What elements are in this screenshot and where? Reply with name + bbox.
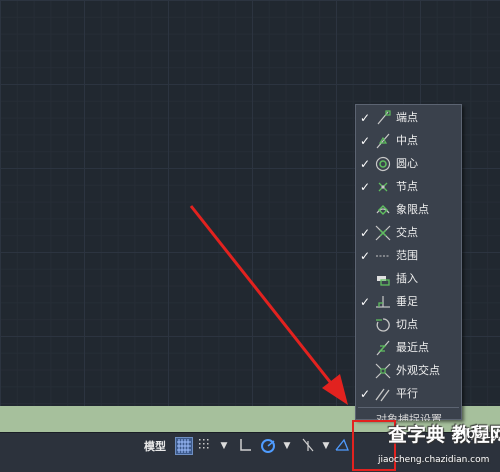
nearest-icon [376, 340, 390, 356]
isodraft-button[interactable] [300, 437, 318, 455]
menu-item-label: 中点 [396, 134, 418, 147]
menu-item-midpoint[interactable]: ✓ 中点 [356, 130, 461, 152]
menu-divider [358, 407, 459, 408]
menu-item-label: 象限点 [396, 203, 429, 216]
menu-item-tangent[interactable]: 切点 [356, 314, 461, 336]
polar-dropdown-icon[interactable]: ▼ [282, 438, 292, 454]
intersection-icon [375, 225, 391, 241]
menu-item-apparent-intersection[interactable]: 外观交点 [356, 360, 461, 382]
osnap-icon [335, 438, 349, 451]
menu-item-nearest[interactable]: 最近点 [356, 337, 461, 359]
menu-item-parallel[interactable]: ✓ 平行 [356, 383, 461, 405]
polar-button[interactable] [259, 437, 277, 455]
menu-item-label: 圆心 [396, 157, 418, 170]
menu-item-label: 垂足 [396, 295, 418, 308]
menu-item-intersection[interactable]: ✓ 交点 [356, 222, 461, 244]
menu-item-perpendicular[interactable]: ✓ 垂足 [356, 291, 461, 313]
menu-item-quadrant[interactable]: 象限点 [356, 199, 461, 221]
menu-item-label: 切点 [396, 318, 418, 331]
checkmark-icon: ✓ [360, 249, 371, 263]
tangent-icon [376, 318, 390, 332]
menu-item-extension[interactable]: ✓ 范围 [356, 245, 461, 267]
osnap-button[interactable] [334, 437, 352, 455]
isodraft-dropdown-icon[interactable]: ▼ [321, 438, 331, 454]
watermark-domain: jb51.net [463, 427, 500, 442]
snap-icon [199, 439, 209, 449]
polar-icon [261, 439, 275, 453]
insertion-icon [377, 276, 390, 286]
apparent-intersection-icon [375, 363, 391, 379]
node-icon [378, 182, 388, 192]
snap-dropdown-icon[interactable]: ▼ [219, 438, 229, 454]
endpoint-icon [377, 110, 391, 125]
checkmark-icon: ✓ [360, 387, 371, 401]
object-snap-menu: ✓ 端点 ✓ 中点 ✓ 圆心 ✓ 节点 象限点 ✓ 交点 ✓ 范围 插入 ✓ 垂… [355, 104, 462, 421]
menu-item-label: 最近点 [396, 341, 429, 354]
menu-item-center[interactable]: ✓ 圆心 [356, 153, 461, 175]
center-icon [375, 156, 391, 172]
menu-item-label: 端点 [396, 111, 418, 124]
quadrant-icon [376, 205, 390, 215]
grid-button[interactable] [175, 437, 193, 455]
checkmark-icon: ✓ [360, 295, 371, 309]
parallel-icon [375, 388, 390, 402]
model-tab[interactable]: 模型 [144, 437, 174, 457]
menu-item-label: 交点 [396, 226, 418, 239]
menu-item-label: 插入 [396, 272, 418, 285]
snap-button[interactable] [197, 437, 215, 455]
checkmark-icon: ✓ [360, 111, 371, 125]
perpendicular-icon [376, 296, 390, 308]
menu-item-label: 平行 [396, 387, 418, 400]
midpoint-icon [376, 133, 390, 149]
isodraft-icon [302, 438, 314, 452]
checkmark-icon: ✓ [360, 157, 371, 171]
extension-icon [376, 255, 390, 257]
watermark-url: jiaocheng.chazidian.com [378, 455, 490, 465]
menu-item-label: 外观交点 [396, 364, 440, 377]
checkmark-icon: ✓ [360, 180, 371, 194]
menu-item-endpoint[interactable]: ✓ 端点 [356, 107, 461, 129]
checkmark-icon: ✓ [360, 226, 371, 240]
checkmark-icon: ✓ [360, 134, 371, 148]
menu-item-node[interactable]: ✓ 节点 [356, 176, 461, 198]
menu-item-insertion[interactable]: 插入 [356, 268, 461, 290]
menu-item-label: 节点 [396, 180, 418, 193]
ortho-icon [240, 439, 251, 451]
ortho-button[interactable] [237, 437, 255, 455]
grid-icon [177, 439, 191, 453]
menu-item-label: 范围 [396, 249, 418, 262]
